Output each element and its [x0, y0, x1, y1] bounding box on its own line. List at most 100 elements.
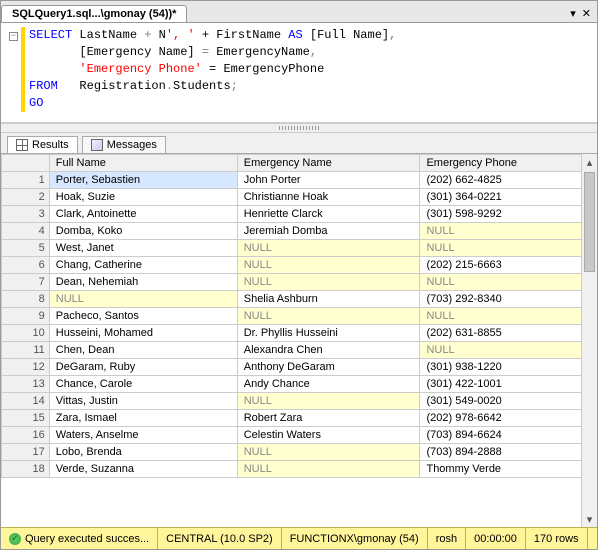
cell[interactable]: NULL	[420, 240, 597, 257]
splitter[interactable]	[1, 123, 597, 133]
table-row[interactable]: 6Chang, CatherineNULL(202) 215-6663	[2, 257, 597, 274]
cell[interactable]: Verde, Suzanna	[49, 461, 237, 478]
cell[interactable]: Porter, Sebastien	[49, 172, 237, 189]
cell[interactable]: Lobo, Brenda	[49, 444, 237, 461]
cell[interactable]: West, Janet	[49, 240, 237, 257]
tab-messages[interactable]: Messages	[82, 136, 166, 153]
table-row[interactable]: 16Waters, AnselmeCelestin Waters(703) 89…	[2, 427, 597, 444]
table-row[interactable]: 9Pacheco, SantosNULLNULL	[2, 308, 597, 325]
row-number[interactable]: 7	[2, 274, 50, 291]
cell[interactable]: Chance, Carole	[49, 376, 237, 393]
cell[interactable]: (301) 938-1220	[420, 359, 597, 376]
cell[interactable]: Shelia Ashburn	[237, 291, 420, 308]
scroll-down-icon[interactable]: ▾	[582, 511, 597, 527]
cell[interactable]: Henriette Clarck	[237, 206, 420, 223]
cell[interactable]: (703) 894-6624	[420, 427, 597, 444]
cell[interactable]: Pacheco, Santos	[49, 308, 237, 325]
cell[interactable]: NULL	[237, 240, 420, 257]
table-row[interactable]: 18Verde, SuzannaNULLThommy Verde	[2, 461, 597, 478]
cell[interactable]: Chang, Catherine	[49, 257, 237, 274]
row-number[interactable]: 5	[2, 240, 50, 257]
row-number[interactable]: 15	[2, 410, 50, 427]
row-number[interactable]: 14	[2, 393, 50, 410]
document-tab[interactable]: SQLQuery1.sql...\gmonay (54))*	[1, 5, 187, 22]
cell[interactable]: (202) 978-6642	[420, 410, 597, 427]
cell[interactable]: Anthony DeGaram	[237, 359, 420, 376]
cell[interactable]: NULL	[237, 393, 420, 410]
scroll-thumb[interactable]	[584, 172, 595, 272]
close-icon[interactable]: ✕	[582, 7, 591, 20]
table-row[interactable]: 3Clark, AntoinetteHenriette Clarck(301) …	[2, 206, 597, 223]
row-number[interactable]: 10	[2, 325, 50, 342]
cell[interactable]: (301) 598-9292	[420, 206, 597, 223]
row-number[interactable]: 4	[2, 223, 50, 240]
cell[interactable]: (301) 549-0020	[420, 393, 597, 410]
cell[interactable]: NULL	[420, 274, 597, 291]
rownum-header[interactable]	[2, 155, 50, 172]
cell[interactable]: (202) 631-8855	[420, 325, 597, 342]
cell[interactable]: NULL	[420, 223, 597, 240]
cell[interactable]: DeGaram, Ruby	[49, 359, 237, 376]
row-number[interactable]: 17	[2, 444, 50, 461]
row-number[interactable]: 6	[2, 257, 50, 274]
cell[interactable]: Dean, Nehemiah	[49, 274, 237, 291]
sql-code[interactable]: SELECT LastName + N', ' + FirstName AS […	[29, 27, 593, 118]
cell[interactable]: Domba, Koko	[49, 223, 237, 240]
table-row[interactable]: 14Vittas, JustinNULL(301) 549-0020	[2, 393, 597, 410]
row-number[interactable]: 2	[2, 189, 50, 206]
scroll-up-icon[interactable]: ▴	[582, 154, 597, 170]
cell[interactable]: Waters, Anselme	[49, 427, 237, 444]
row-number[interactable]: 13	[2, 376, 50, 393]
cell[interactable]: (703) 894-2888	[420, 444, 597, 461]
cell[interactable]: Hoak, Suzie	[49, 189, 237, 206]
cell[interactable]: Husseini, Mohamed	[49, 325, 237, 342]
cell[interactable]: NULL	[420, 342, 597, 359]
fold-toggle-icon[interactable]: −	[9, 32, 18, 41]
cell[interactable]: Chen, Dean	[49, 342, 237, 359]
tab-dropdown-icon[interactable]: ▾	[570, 7, 576, 20]
table-row[interactable]: 1Porter, SebastienJohn Porter(202) 662-4…	[2, 172, 597, 189]
table-row[interactable]: 8NULLShelia Ashburn(703) 292-8340	[2, 291, 597, 308]
sql-editor[interactable]: − SELECT LastName + N', ' + FirstName AS…	[1, 23, 597, 123]
cell[interactable]: Robert Zara	[237, 410, 420, 427]
row-number[interactable]: 1	[2, 172, 50, 189]
row-number[interactable]: 11	[2, 342, 50, 359]
cell[interactable]: NULL	[49, 291, 237, 308]
cell[interactable]: Dr. Phyllis Husseini	[237, 325, 420, 342]
cell[interactable]: (301) 422-1001	[420, 376, 597, 393]
cell[interactable]: Celestin Waters	[237, 427, 420, 444]
tab-results[interactable]: Results	[7, 136, 78, 153]
cell[interactable]: (202) 215-6663	[420, 257, 597, 274]
cell[interactable]: Christianne Hoak	[237, 189, 420, 206]
table-row[interactable]: 10Husseini, MohamedDr. Phyllis Husseini(…	[2, 325, 597, 342]
cell[interactable]: Jeremiah Domba	[237, 223, 420, 240]
cell[interactable]: Andy Chance	[237, 376, 420, 393]
cell[interactable]: (703) 292-8340	[420, 291, 597, 308]
row-number[interactable]: 9	[2, 308, 50, 325]
row-number[interactable]: 12	[2, 359, 50, 376]
cell[interactable]: NULL	[237, 274, 420, 291]
cell[interactable]: (301) 364-0221	[420, 189, 597, 206]
row-number[interactable]: 16	[2, 427, 50, 444]
table-row[interactable]: 2Hoak, SuzieChristianne Hoak(301) 364-02…	[2, 189, 597, 206]
col-full-name[interactable]: Full Name	[49, 155, 237, 172]
cell[interactable]: NULL	[237, 308, 420, 325]
row-number[interactable]: 18	[2, 461, 50, 478]
row-number[interactable]: 3	[2, 206, 50, 223]
cell[interactable]: (202) 662-4825	[420, 172, 597, 189]
table-row[interactable]: 12DeGaram, RubyAnthony DeGaram(301) 938-…	[2, 359, 597, 376]
results-grid-container[interactable]: Full Name Emergency Name Emergency Phone…	[1, 154, 597, 527]
table-row[interactable]: 15Zara, IsmaelRobert Zara(202) 978-6642	[2, 410, 597, 427]
row-number[interactable]: 8	[2, 291, 50, 308]
cell[interactable]: NULL	[237, 461, 420, 478]
table-row[interactable]: 11Chen, DeanAlexandra ChenNULL	[2, 342, 597, 359]
cell[interactable]: Alexandra Chen	[237, 342, 420, 359]
table-row[interactable]: 4Domba, KokoJeremiah DombaNULL	[2, 223, 597, 240]
results-grid[interactable]: Full Name Emergency Name Emergency Phone…	[1, 154, 597, 478]
table-row[interactable]: 5West, JanetNULLNULL	[2, 240, 597, 257]
cell[interactable]: NULL	[237, 444, 420, 461]
cell[interactable]: NULL	[237, 257, 420, 274]
table-row[interactable]: 7Dean, NehemiahNULLNULL	[2, 274, 597, 291]
cell[interactable]: Zara, Ismael	[49, 410, 237, 427]
table-row[interactable]: 13Chance, CaroleAndy Chance(301) 422-100…	[2, 376, 597, 393]
